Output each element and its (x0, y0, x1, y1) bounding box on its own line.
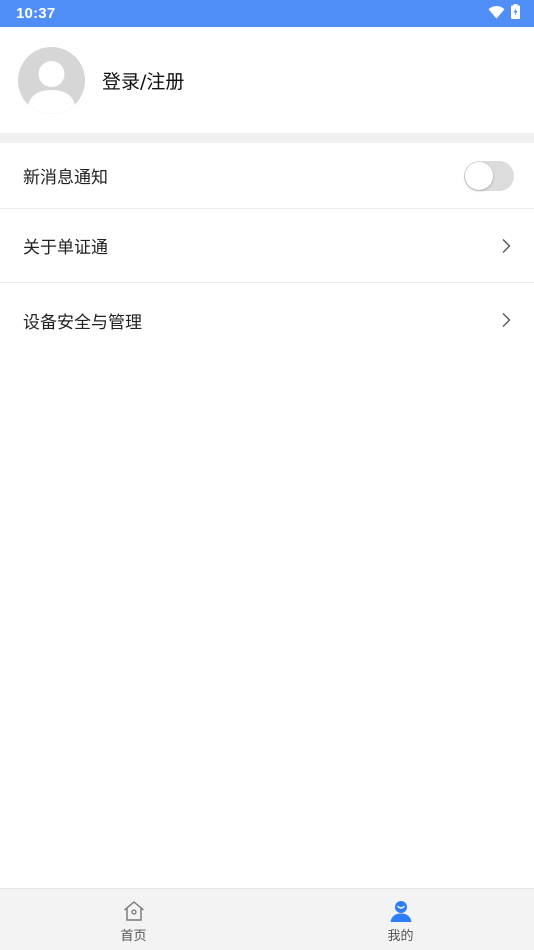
nav-label-home: 首页 (120, 928, 147, 944)
login-register-link[interactable]: 登录/注册 (102, 67, 184, 94)
notification-toggle[interactable] (464, 160, 514, 191)
status-bar: 10:37 (0, 0, 534, 27)
section-divider (0, 133, 534, 143)
nav-item-mine[interactable]: 我的 (267, 889, 534, 950)
user-icon (388, 898, 414, 924)
device-security-label: 设备安全与管理 (23, 312, 142, 333)
wifi-icon (488, 4, 505, 23)
settings-list: 新消息通知 关于单证通 设备安全与管理 (0, 143, 534, 357)
status-icons (488, 4, 520, 23)
notification-row: 新消息通知 (0, 143, 534, 209)
profile-header[interactable]: 登录/注册 (0, 27, 534, 133)
status-time: 10:37 (16, 5, 56, 22)
default-avatar-icon[interactable] (18, 46, 85, 114)
device-security-row[interactable]: 设备安全与管理 (0, 283, 534, 357)
toggle-knob (465, 161, 493, 190)
home-icon (121, 898, 147, 924)
chevron-right-icon (500, 237, 512, 255)
about-label: 关于单证通 (23, 238, 108, 258)
bottom-nav: 首页 我的 (0, 888, 534, 950)
chevron-right-icon (500, 311, 512, 329)
about-row[interactable]: 关于单证通 (0, 209, 534, 283)
notification-label: 新消息通知 (23, 168, 108, 188)
nav-label-mine: 我的 (387, 928, 414, 944)
battery-charging-icon (511, 4, 520, 23)
nav-item-home[interactable]: 首页 (0, 889, 267, 950)
